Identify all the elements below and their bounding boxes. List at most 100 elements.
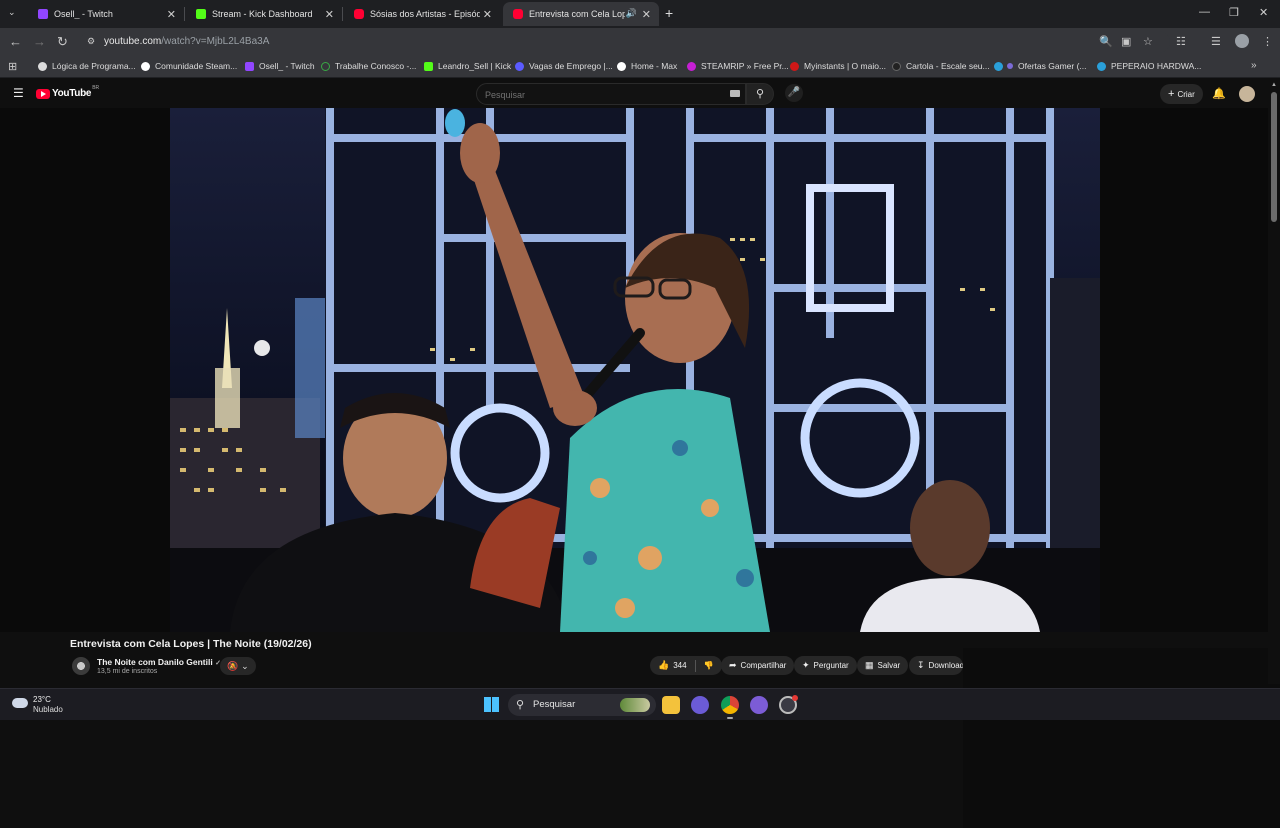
- video-player-area[interactable]: [0, 108, 1280, 828]
- close-icon[interactable]: ✕: [483, 8, 492, 21]
- create-button[interactable]: + Criar: [1160, 84, 1203, 104]
- close-icon[interactable]: ✕: [642, 8, 651, 21]
- subscription-bell-button[interactable]: 🔕 ⌄: [220, 657, 256, 675]
- bookmark-favicon-icon: [38, 61, 47, 71]
- tab-title: Entrevista com Cela Lopes: [529, 9, 625, 19]
- download-button[interactable]: ↧ Download: [909, 656, 963, 675]
- scroll-up-icon[interactable]: ▲: [1271, 82, 1277, 88]
- kick-favicon-icon: [196, 9, 206, 19]
- tab-twitch[interactable]: Osell_ - Twitch ✕: [28, 2, 185, 26]
- youtube-logo[interactable]: YouTube BR: [36, 85, 99, 99]
- tab-kick[interactable]: Stream - Kick Dashboard ✕: [186, 2, 343, 26]
- restore-icon[interactable]: ❐: [1229, 6, 1239, 19]
- bookmark-star-icon[interactable]: ☆: [1143, 35, 1153, 48]
- bookmark-item[interactable]: Leandro_Sell | Kick: [424, 61, 511, 71]
- cartola-favicon-icon: [892, 61, 901, 71]
- channel-name[interactable]: The Noite com Danilo Gentili ✓: [97, 657, 221, 667]
- profile-avatar-icon[interactable]: [1235, 34, 1249, 48]
- like-button[interactable]: 👍 344 👎: [650, 656, 722, 675]
- tab-entrevista[interactable]: Entrevista com Cela Lopes 🔊 ✕: [503, 2, 659, 26]
- bookmark-item[interactable]: Vagas de Emprego |...: [515, 61, 613, 71]
- twitch-favicon-icon: [38, 9, 48, 19]
- save-button[interactable]: ▦ Salvar: [857, 656, 909, 675]
- bookmark-item[interactable]: Trabalhe Conosco -...: [321, 61, 416, 71]
- bookmark-item[interactable]: Myinstants | O maio...: [790, 61, 886, 71]
- video-title: Entrevista com Cela Lopes | The Noite (1…: [70, 638, 312, 650]
- cast-icon[interactable]: ▣: [1121, 35, 1131, 48]
- channel-avatar[interactable]: [72, 657, 90, 675]
- video-player[interactable]: [170, 108, 1100, 632]
- steamrip-favicon-icon: [687, 61, 696, 71]
- share-button[interactable]: ➦ Compartilhar: [721, 656, 795, 675]
- video-frame: [170, 108, 1100, 632]
- taskbar-search[interactable]: ⚲ Pesquisar: [508, 694, 656, 716]
- bookmarks-bar: ⊞ Lógica de Programa... Comunidade Steam…: [0, 56, 1280, 78]
- forward-icon[interactable]: →: [33, 34, 46, 49]
- bookmark-item[interactable]: Cartola - Escale seu...: [892, 61, 990, 71]
- address-bar[interactable]: ⚙ youtube.com/watch?v=MjbL2L4Ba3A: [80, 31, 1170, 53]
- url-text[interactable]: youtube.com/watch?v=MjbL2L4Ba3A: [104, 36, 269, 47]
- menu-icon[interactable]: ⋮: [1262, 35, 1273, 48]
- zoom-icon[interactable]: 🔍: [1099, 35, 1113, 48]
- thumbs-up-icon: 👍: [658, 660, 670, 670]
- keyboard-icon[interactable]: [730, 90, 740, 97]
- more-bookmarks-icon[interactable]: »: [1251, 60, 1257, 71]
- bookmark-item[interactable]: PEPERAIO HARDWA...: [1097, 61, 1201, 71]
- weather-temperature: 23°C: [33, 695, 51, 704]
- myinstants-favicon-icon: [790, 61, 799, 71]
- notification-badge-icon: [792, 695, 798, 701]
- apps-grid-icon[interactable]: ⊞: [8, 60, 17, 73]
- close-icon[interactable]: ✕: [167, 8, 176, 21]
- close-icon[interactable]: ✕: [325, 8, 334, 21]
- media-controls-icon[interactable]: ☰: [1211, 35, 1221, 48]
- scrollbar-thumb[interactable]: [1271, 92, 1277, 222]
- new-tab-button[interactable]: +: [665, 5, 673, 21]
- browser-tab-strip: ⌄ Osell_ - Twitch ✕ Stream - Kick Dashbo…: [0, 0, 1280, 28]
- bookmark-favicon-icon: [515, 61, 524, 71]
- sparkle-icon: ✦: [802, 660, 810, 670]
- weather-description: Nublado: [33, 705, 63, 714]
- thumbs-down-icon[interactable]: 👎: [704, 661, 714, 670]
- bookmark-item[interactable]: Home - Max: [617, 61, 677, 71]
- tab-search-icon[interactable]: ⌄: [8, 7, 16, 18]
- account-avatar[interactable]: [1239, 86, 1255, 102]
- share-icon: ➦: [729, 660, 737, 670]
- download-icon: ↧: [917, 660, 925, 670]
- bookmark-item[interactable]: Comunidade Steam...: [141, 61, 237, 71]
- bookmark-item[interactable]: STEAMRIP » Free Pr...: [687, 61, 789, 71]
- close-window-icon[interactable]: ✕: [1259, 6, 1268, 19]
- save-icon: ▦: [865, 660, 874, 670]
- file-explorer-icon[interactable]: [662, 696, 680, 714]
- browser-toolbar: ← → ↻ ⚙ youtube.com/watch?v=MjbL2L4Ba3A …: [0, 28, 1280, 56]
- back-icon[interactable]: ←: [9, 34, 22, 49]
- tab-sosias[interactable]: Sósias dos Artistas - Episódio 1 ✕: [344, 2, 500, 26]
- microphone-icon[interactable]: 🎤: [785, 84, 803, 102]
- reload-icon[interactable]: ↻: [57, 34, 68, 50]
- bookmark-item[interactable]: Ofertas Gamer (...: [994, 61, 1087, 71]
- windows-start-icon[interactable]: [484, 697, 499, 712]
- max-favicon-icon: [617, 61, 626, 71]
- chrome-icon[interactable]: [721, 696, 739, 714]
- bookmark-item[interactable]: Lógica de Programa...: [38, 61, 136, 71]
- notifications-bell-icon[interactable]: 🔔: [1212, 87, 1226, 100]
- plus-icon: +: [1168, 88, 1175, 100]
- search-button[interactable]: ⚲: [746, 83, 774, 105]
- active-app-indicator: [727, 717, 733, 719]
- steam-favicon-icon: [141, 61, 150, 71]
- tab-title: Sósias dos Artistas - Episódio 1: [370, 9, 480, 19]
- search-icon: ⚲: [516, 699, 525, 711]
- weather-widget[interactable]: 23°C Nublado: [8, 689, 88, 721]
- extensions-icon[interactable]: ☷: [1176, 35, 1186, 48]
- hamburger-menu-icon[interactable]: ☰: [13, 86, 24, 100]
- overlay-panel: [963, 648, 1280, 828]
- app-icon[interactable]: [691, 696, 709, 714]
- speaker-icon[interactable]: 🔊: [626, 8, 637, 19]
- bookmark-item[interactable]: Osell_ - Twitch: [245, 61, 315, 71]
- ask-button[interactable]: ✦ Perguntar: [794, 656, 857, 675]
- windows-taskbar: 23°C Nublado ⚲ Pesquisar: [0, 688, 1280, 720]
- site-info-icon[interactable]: ⚙: [87, 36, 95, 47]
- app-icon[interactable]: [750, 696, 768, 714]
- search-icon: ⚲: [755, 88, 765, 100]
- search-input[interactable]: Pesquisar: [476, 83, 746, 105]
- minimize-icon[interactable]: —: [1199, 6, 1210, 18]
